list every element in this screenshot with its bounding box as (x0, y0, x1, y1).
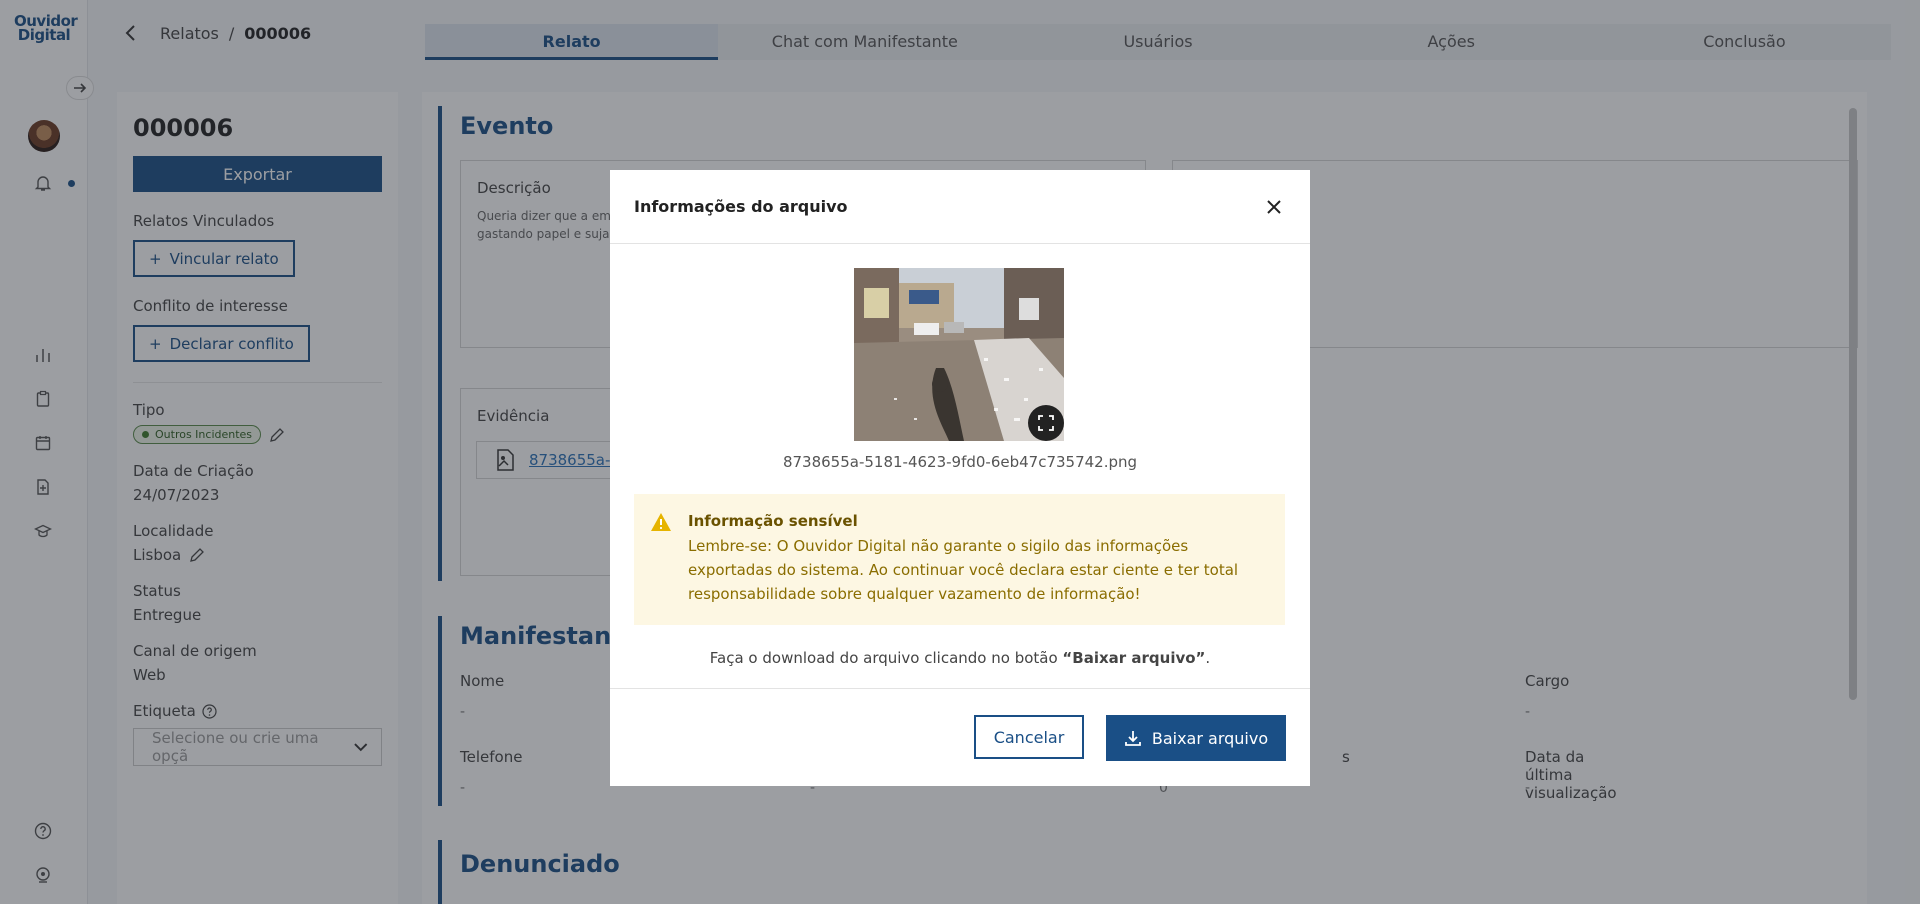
alert-body: Lembre-se: O Ouvidor Digital não garante… (688, 537, 1239, 603)
file-name: 8738655a-5181-4623-9fd0-6eb47c735742.png (782, 453, 1138, 471)
cancel-button[interactable]: Cancelar (974, 715, 1084, 759)
close-button[interactable] (1262, 195, 1286, 219)
download-hint: Faça o download do arquivo clicando no b… (610, 649, 1310, 667)
modal-footer: Cancelar Baixar arquivo (610, 688, 1310, 786)
modal-header: Informações do arquivo (610, 170, 1310, 244)
alert-title: Informação sensível (688, 512, 858, 530)
hint-button-name: “Baixar arquivo” (1062, 649, 1206, 667)
hint-suffix: . (1205, 649, 1211, 667)
sensitive-info-alert: Informação sensível Lembre-se: O Ouvidor… (634, 494, 1285, 625)
hint-prefix: Faça o download do arquivo clicando no b… (709, 649, 1063, 667)
fullscreen-icon (1038, 415, 1054, 431)
modal-title: Informações do arquivo (634, 197, 848, 216)
warning-icon (651, 513, 671, 531)
download-label: Baixar arquivo (1151, 728, 1269, 748)
file-info-modal: Informações do arquivo 8738655a-5181-462… (610, 170, 1310, 786)
file-preview-image (854, 268, 1064, 441)
fullscreen-button[interactable] (1028, 405, 1064, 441)
download-button[interactable]: Baixar arquivo (1106, 715, 1286, 761)
download-icon (1124, 731, 1141, 746)
close-icon (1267, 199, 1281, 214)
